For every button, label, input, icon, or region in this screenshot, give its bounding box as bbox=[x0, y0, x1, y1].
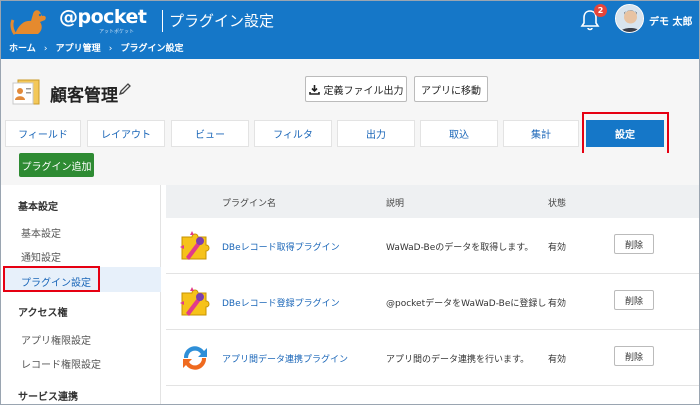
pencil-icon[interactable] bbox=[118, 82, 132, 96]
plugin-description: アプリ間のデータ連携を行います。 bbox=[386, 355, 530, 365]
plugin-name-link[interactable]: アプリ間データ連携プラグイン bbox=[222, 352, 348, 365]
avatar[interactable] bbox=[615, 4, 644, 33]
tab-view[interactable]: ビュー bbox=[171, 120, 249, 147]
export-definition-button[interactable]: 定義ファイル出力 bbox=[305, 76, 407, 102]
column-header-status: 状態 bbox=[548, 199, 567, 209]
plugin-status: 有効 bbox=[548, 355, 567, 365]
breadcrumb-app-admin[interactable]: アプリ管理 bbox=[56, 41, 101, 54]
user-name[interactable]: デモ 太郎 bbox=[649, 13, 692, 28]
settings-sidebar: 基本設定 基本設定 通知設定 プラグイン設定 アクセス権 アプリ権限設定 レコー… bbox=[1, 185, 161, 404]
sidebar-heading-basic: 基本設定 bbox=[18, 202, 58, 213]
header-divider bbox=[162, 10, 163, 32]
user-photo-icon bbox=[616, 5, 643, 32]
table-row: DBeレコード取得プラグイン WaWaD-Beのデータを取得します。 有効 削除 bbox=[166, 218, 699, 274]
column-header-description: 説明 bbox=[386, 199, 405, 209]
sidebar-item-basic-settings[interactable]: 基本設定 bbox=[21, 225, 61, 240]
plugin-toolbar: プラグイン追加 bbox=[1, 153, 699, 185]
tab-field[interactable]: フィールド bbox=[5, 120, 81, 147]
sidebar-heading-access: アクセス権 bbox=[18, 308, 68, 319]
plugin-description: WaWaD-Beのデータを取得します。 bbox=[386, 243, 534, 253]
export-definition-label: 定義ファイル出力 bbox=[323, 85, 404, 97]
plugin-name-link[interactable]: DBeレコード登録プラグイン bbox=[222, 296, 340, 309]
plugin-status: 有効 bbox=[548, 299, 567, 309]
download-icon bbox=[308, 84, 320, 95]
tab-aggregate[interactable]: 集計 bbox=[503, 120, 579, 147]
page-title: プラグイン設定 bbox=[169, 12, 275, 30]
table-row: DBeレコード登録プラグイン @pocketデータをWaWaD-Beに登録しま … bbox=[166, 274, 699, 330]
breadcrumb: ホーム › アプリ管理 › プラグイン設定 bbox=[9, 41, 184, 54]
table-row: アプリ間データ連携プラグイン アプリ間のデータ連携を行います。 有効 削除 bbox=[166, 330, 699, 386]
tab-layout[interactable]: レイアウト bbox=[87, 120, 165, 147]
column-header-name: プラグイン名 bbox=[222, 199, 277, 209]
sidebar-item-app-permissions[interactable]: アプリ権限設定 bbox=[21, 332, 91, 347]
top-header: @pocket アットポケット プラグイン設定 ホーム › アプリ管理 › プラ… bbox=[1, 1, 699, 59]
notification-badge: 2 bbox=[594, 4, 607, 17]
breadcrumb-separator: › bbox=[108, 44, 113, 54]
add-plugin-button[interactable]: プラグイン追加 bbox=[19, 153, 94, 177]
plugin-name-link[interactable]: DBeレコード取得プラグイン bbox=[222, 240, 340, 253]
plugin-status: 有効 bbox=[548, 243, 567, 253]
breadcrumb-current: プラグイン設定 bbox=[120, 44, 184, 54]
breadcrumb-home[interactable]: ホーム bbox=[9, 41, 36, 54]
logo-text[interactable]: @pocket bbox=[59, 6, 147, 28]
sidebar-item-record-permissions[interactable]: レコード権限設定 bbox=[21, 356, 101, 371]
logo-subtitle: アットポケット bbox=[99, 29, 135, 35]
tab-output[interactable]: 出力 bbox=[337, 120, 415, 147]
go-to-app-button[interactable]: アプリに移動 bbox=[414, 76, 488, 102]
delete-plugin-button[interactable]: 削除 bbox=[614, 290, 654, 310]
app-title-row: 顧客管理 定義ファイル出力 アプリに移動 bbox=[1, 59, 699, 115]
sidebar-item-notification-settings[interactable]: 通知設定 bbox=[21, 249, 61, 264]
breadcrumb-separator: › bbox=[43, 44, 48, 54]
sidebar-heading-service: サービス連携 bbox=[18, 392, 78, 403]
sidebar-item-plugin-settings[interactable]: プラグイン設定 bbox=[21, 274, 91, 289]
plugin-table: プラグイン名 説明 状態 DBeレコード取得プラグイン WaWaD-Beのデータ… bbox=[166, 185, 699, 404]
address-book-icon bbox=[12, 79, 40, 105]
puzzle-plugin-icon bbox=[180, 287, 210, 316]
delete-plugin-button[interactable]: 削除 bbox=[614, 346, 654, 366]
app-title: 顧客管理 bbox=[50, 86, 118, 106]
tab-filter[interactable]: フィルタ bbox=[254, 120, 332, 147]
settings-tabs: フィールド レイアウト ビュー フィルタ 出力 取込 集計 設定 bbox=[1, 115, 699, 153]
delete-plugin-button[interactable]: 削除 bbox=[614, 234, 654, 254]
plugin-description: @pocketデータをWaWaD-Beに登録しま bbox=[386, 299, 546, 309]
sync-arrows-icon bbox=[183, 346, 207, 370]
tab-import[interactable]: 取込 bbox=[420, 120, 498, 147]
tab-settings[interactable]: 設定 bbox=[586, 120, 664, 147]
app-window: @pocket アットポケット プラグイン設定 ホーム › アプリ管理 › プラ… bbox=[0, 0, 700, 405]
table-header: プラグイン名 説明 状態 bbox=[166, 185, 699, 218]
puzzle-plugin-icon bbox=[180, 231, 210, 260]
